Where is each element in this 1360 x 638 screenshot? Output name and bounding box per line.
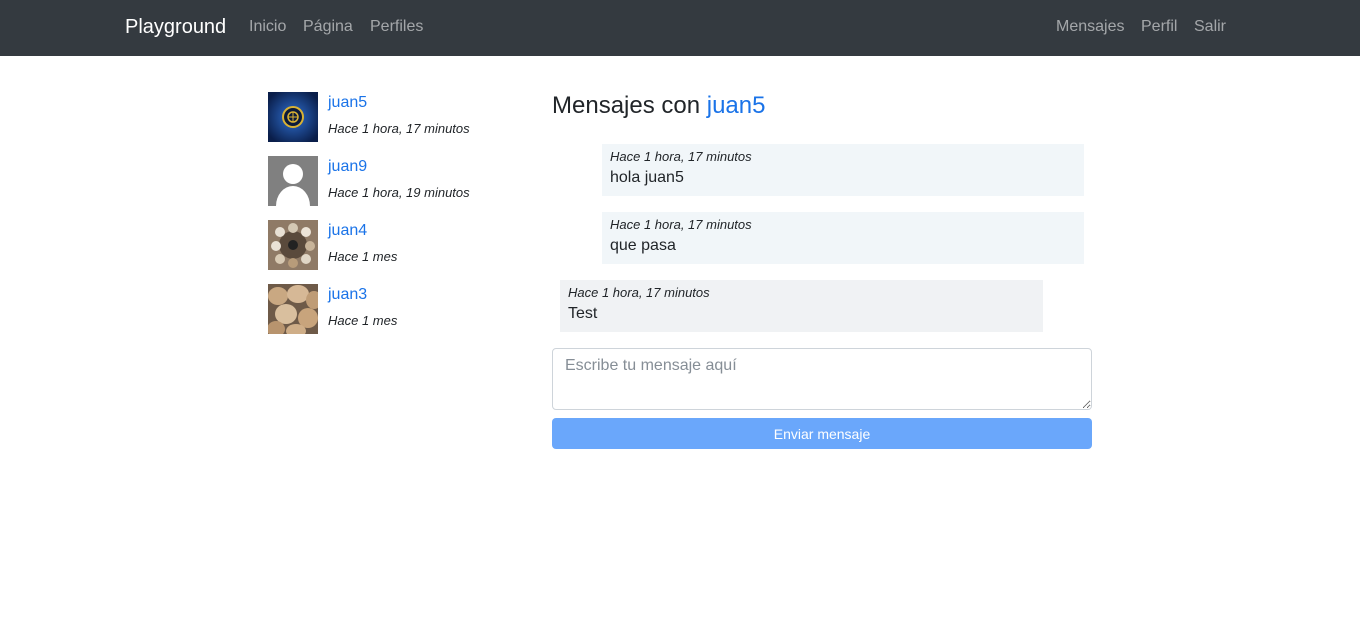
message-bubble: Hace 1 hora, 17 minutos que pasa bbox=[602, 212, 1084, 264]
nav-link-pagina[interactable]: Página bbox=[303, 18, 353, 36]
conversation-title-prefix: Mensajes con bbox=[552, 92, 701, 119]
nav-link-salir[interactable]: Salir bbox=[1194, 18, 1226, 36]
top-navbar: Playground Inicio Página Perfiles Mensaj… bbox=[0, 0, 1360, 56]
conversation-partner-link[interactable]: juan5 bbox=[707, 92, 766, 119]
nav-link-perfil[interactable]: Perfil bbox=[1141, 18, 1177, 36]
food-plates-photo-avatar[interactable] bbox=[268, 220, 318, 270]
thread-item[interactable]: juan9 Hace 1 hora, 19 minutos bbox=[268, 156, 508, 206]
thread-item[interactable]: juan3 Hace 1 mes bbox=[268, 284, 508, 334]
message-text: hola juan5 bbox=[610, 169, 684, 186]
thread-timestamp: Hace 1 hora, 17 minutos bbox=[328, 121, 470, 136]
thread-name-link[interactable]: juan5 bbox=[328, 94, 367, 112]
nav-link-mensajes[interactable]: Mensajes bbox=[1056, 18, 1124, 36]
thread-item[interactable]: juan5 Hace 1 hora, 17 minutos bbox=[268, 92, 508, 142]
nav-link-inicio[interactable]: Inicio bbox=[249, 18, 286, 36]
nav-link-perfiles[interactable]: Perfiles bbox=[370, 18, 423, 36]
message-bubble: Hace 1 hora, 17 minutos Test bbox=[560, 280, 1043, 332]
thread-name-link[interactable]: juan9 bbox=[328, 158, 367, 176]
message-timestamp: Hace 1 hora, 17 minutos bbox=[610, 217, 752, 232]
message-input[interactable] bbox=[552, 348, 1092, 410]
message-timestamp: Hace 1 hora, 17 minutos bbox=[568, 285, 710, 300]
message-text: Test bbox=[568, 305, 598, 322]
thread-name-link[interactable]: juan4 bbox=[328, 222, 367, 240]
thread-name-link[interactable]: juan3 bbox=[328, 286, 367, 304]
thread-timestamp: Hace 1 hora, 19 minutos bbox=[328, 185, 470, 200]
thread-timestamp: Hace 1 mes bbox=[328, 249, 398, 264]
brand-link[interactable]: Playground bbox=[125, 16, 226, 39]
conversation-title: Mensajes con juan5 bbox=[552, 92, 765, 120]
message-text: que pasa bbox=[610, 237, 676, 254]
message-bubble: Hace 1 hora, 17 minutos hola juan5 bbox=[602, 144, 1084, 196]
message-timestamp: Hace 1 hora, 17 minutos bbox=[610, 149, 752, 164]
soccer-crest-avatar[interactable] bbox=[268, 92, 318, 142]
thread-timestamp: Hace 1 mes bbox=[328, 313, 398, 328]
bread-photo-avatar[interactable] bbox=[268, 284, 318, 334]
thread-item[interactable]: juan4 Hace 1 mes bbox=[268, 220, 508, 270]
default-user-avatar[interactable] bbox=[268, 156, 318, 206]
send-message-button[interactable]: Enviar mensaje bbox=[552, 418, 1092, 449]
